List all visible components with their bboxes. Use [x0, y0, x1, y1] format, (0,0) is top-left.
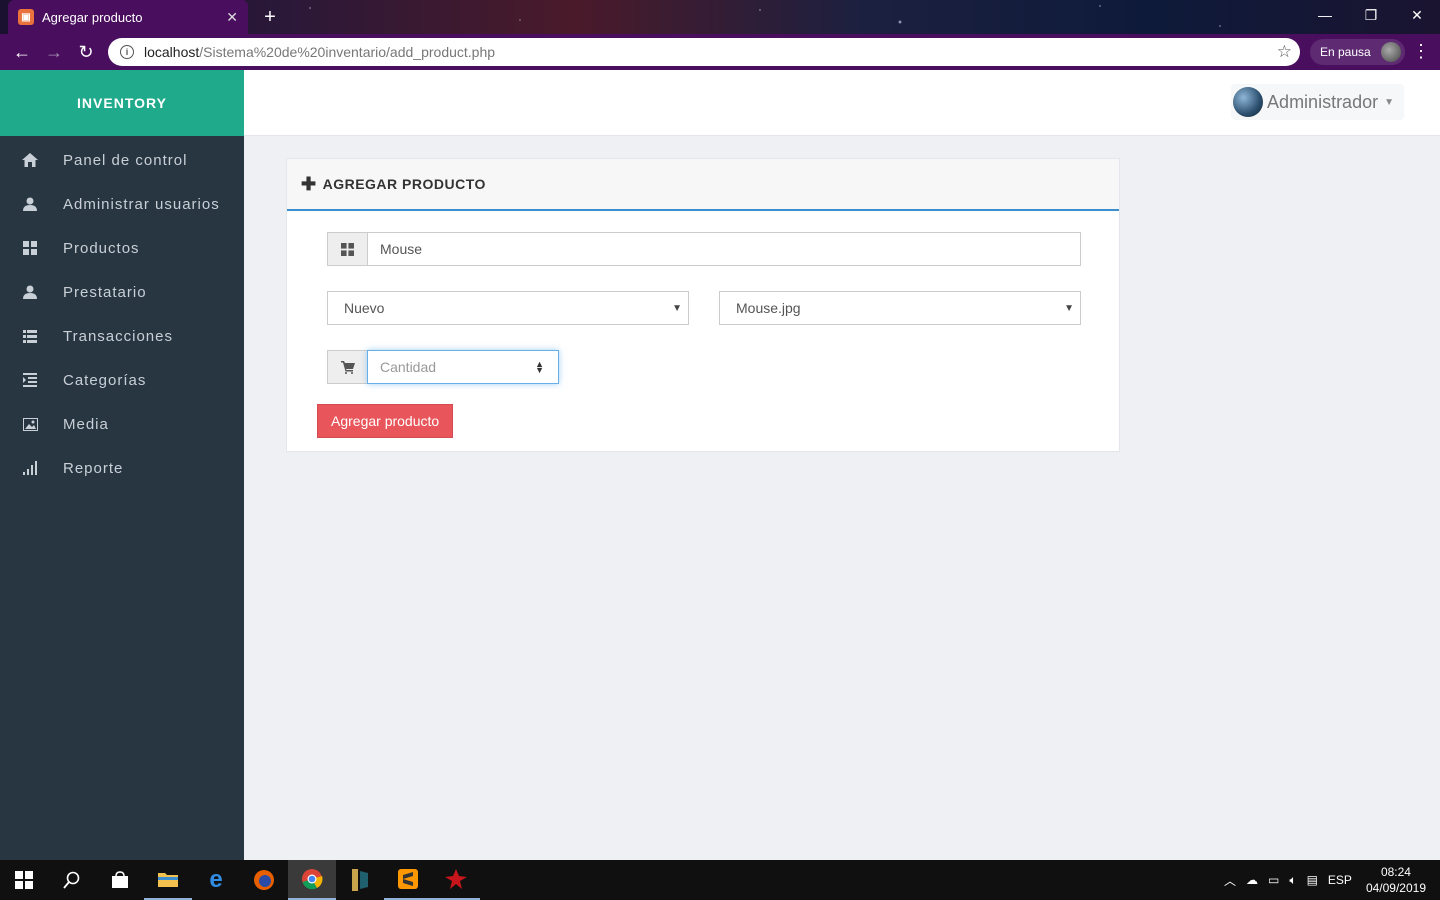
sidebar-item-label: Administrar usuarios: [63, 195, 220, 213]
store-icon[interactable]: [96, 860, 144, 900]
sidebar-item-administrar-usuarios[interactable]: Administrar usuarios: [0, 182, 244, 226]
product-name-input[interactable]: [367, 232, 1081, 266]
url-path: /Sistema%20de%20inventario/add_product.p…: [199, 44, 496, 60]
sidebar-item-panel-de-control[interactable]: Panel de control: [0, 138, 244, 182]
chevron-up-icon[interactable]: ︿: [1224, 872, 1236, 889]
system-tray: ︿ ☁ ▭ 🔈︎ ▤ ESP 08:24 04/09/2019: [1214, 860, 1426, 900]
network-icon[interactable]: ▭: [1268, 873, 1279, 887]
address-bar[interactable]: i localhost/Sistema%20de%20inventario/ad…: [108, 38, 1300, 66]
user-icon: [22, 196, 38, 212]
back-button[interactable]: ←: [6, 36, 38, 68]
onedrive-cloud-icon[interactable]: ☁: [1246, 873, 1258, 887]
reload-button[interactable]: ↻: [70, 36, 102, 68]
app-header: Administrador ▼: [244, 70, 1440, 136]
sublime-text-icon[interactable]: [384, 860, 432, 900]
picture-icon: [22, 416, 38, 432]
home-icon: [22, 152, 38, 168]
browser-toolbar: ← → ↻ i localhost/Sistema%20de%20inventa…: [0, 34, 1440, 70]
bookmark-star-icon[interactable]: ☆: [1277, 42, 1292, 62]
spinner-arrows-icon[interactable]: ▲ ▼: [535, 360, 544, 375]
browser-menu-icon[interactable]: ⋮: [1412, 42, 1430, 60]
brand-logo[interactable]: INVENTORY: [0, 70, 244, 136]
clock-time: 08:24: [1380, 865, 1411, 879]
edge-icon[interactable]: e: [192, 860, 240, 900]
avatar: [1233, 87, 1264, 117]
clock[interactable]: 08:24 04/09/2019: [1366, 864, 1426, 896]
filezilla-icon[interactable]: [432, 860, 480, 900]
category-select[interactable]: Nuevo ▼: [327, 291, 689, 325]
restore-icon[interactable]: ❐: [1348, 0, 1394, 30]
sidebar-item-label: Productos: [63, 239, 140, 257]
url-host: localhost: [144, 44, 200, 60]
media-select[interactable]: Mouse.jpg ▼: [719, 291, 1081, 325]
grid-icon: [327, 232, 367, 266]
sidebar-nav: Panel de control Administrar usuarios Pr…: [0, 136, 244, 490]
sidebar-item-categorias[interactable]: Categorías: [0, 358, 244, 402]
forward-button[interactable]: →: [38, 36, 70, 68]
browser-tab-strip: ▣ Agregar producto ✕ + — ❐ ✕: [0, 0, 1440, 34]
signal-icon: [22, 460, 38, 476]
sidebar-item-productos[interactable]: Productos: [0, 226, 244, 270]
grid-icon: [22, 240, 38, 256]
close-window-icon[interactable]: ✕: [1394, 0, 1440, 30]
chrome-icon[interactable]: [288, 860, 336, 900]
product-name-group: [327, 232, 1081, 266]
profile-button[interactable]: En pausa: [1310, 39, 1405, 65]
profile-status: En pausa: [1320, 45, 1371, 59]
volume-icon[interactable]: 🔈︎: [1289, 873, 1296, 888]
sidebar-item-label: Media: [63, 415, 109, 433]
tab-title: Agregar producto: [42, 9, 143, 25]
sidebar-item-label: Panel de control: [63, 151, 188, 169]
user-icon: [22, 284, 38, 300]
category-selected-value: Nuevo: [344, 300, 385, 316]
notifications-icon[interactable]: ▤: [1307, 873, 1318, 887]
sidebar-item-label: Reporte: [63, 459, 124, 477]
sidebar-item-transacciones[interactable]: Transacciones: [0, 314, 244, 358]
sidebar: INVENTORY Panel de control Administrar u…: [0, 70, 244, 860]
browser-tab[interactable]: ▣ Agregar producto ✕: [8, 0, 248, 34]
profile-avatar: [1380, 42, 1401, 62]
caret-down-icon: ▼: [1384, 96, 1394, 108]
sidebar-item-media[interactable]: Media: [0, 402, 244, 446]
quantity-placeholder: Cantidad: [380, 359, 437, 375]
close-tab-icon[interactable]: ✕: [226, 9, 238, 26]
add-product-panel: ✚ AGREGAR PRODUCTO Nuevo ▼ Mouse.jpg ▼ C…: [286, 158, 1120, 452]
user-menu-button[interactable]: Administrador ▼: [1231, 84, 1404, 120]
language-indicator[interactable]: ESP: [1328, 873, 1352, 887]
panel-title: AGREGAR PRODUCTO: [322, 176, 486, 192]
media-selected-value: Mouse.jpg: [736, 300, 801, 316]
file-explorer-icon[interactable]: [144, 860, 192, 900]
info-icon[interactable]: i: [120, 45, 134, 59]
user-name: Administrador: [1267, 91, 1379, 112]
clock-date: 04/09/2019: [1365, 881, 1426, 895]
sidebar-item-prestatario[interactable]: Prestatario: [0, 270, 244, 314]
windows-start-icon[interactable]: [0, 860, 48, 900]
panel-heading: ✚ AGREGAR PRODUCTO: [287, 159, 1119, 211]
dropdown-arrow-icon: ▼: [672, 302, 682, 314]
quantity-input[interactable]: Cantidad ▲ ▼: [367, 350, 559, 384]
windows-taskbar: e ︿ ☁ ▭ 🔈︎ ▤ ESP 08:24 04/09/2019: [0, 860, 1440, 900]
site-favicon-icon: ▣: [18, 9, 34, 25]
window-controls: — ❐ ✕: [1302, 0, 1440, 30]
list-icon: [22, 328, 38, 344]
search-icon[interactable]: [48, 860, 96, 900]
plus-icon: ✚: [301, 173, 317, 194]
add-product-button[interactable]: Agregar producto: [317, 404, 454, 438]
sidebar-item-label: Prestatario: [63, 283, 147, 301]
minimize-icon[interactable]: —: [1302, 0, 1348, 30]
sidebar-item-reporte[interactable]: Reporte: [0, 446, 244, 490]
sidebar-item-label: Categorías: [63, 371, 147, 389]
game-launcher-icon[interactable]: [336, 860, 384, 900]
dropdown-arrow-icon: ▼: [1064, 302, 1074, 314]
shopping-cart-icon: [327, 350, 367, 384]
new-tab-button[interactable]: +: [258, 6, 282, 28]
quantity-group: Cantidad ▲ ▼: [327, 350, 559, 384]
sidebar-item-label: Transacciones: [63, 327, 173, 345]
indent-icon: [22, 372, 38, 388]
firefox-icon[interactable]: [240, 860, 288, 900]
